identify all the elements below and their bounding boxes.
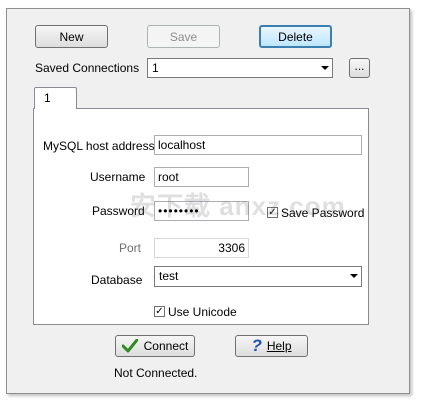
connection-form-panel: MySQL host address localhost Username ro… <box>33 108 369 325</box>
connection-dialog: New Save Delete Saved Connections 1 ... … <box>6 8 410 394</box>
host-label: MySQL host address <box>43 139 155 153</box>
database-value: test <box>159 269 179 283</box>
username-label: Username <box>90 170 146 184</box>
tab-1-label: 1 <box>44 91 51 105</box>
saved-connections-label: Saved Connections <box>35 61 140 75</box>
chevron-down-icon[interactable] <box>350 274 358 278</box>
question-icon: ? <box>251 336 262 355</box>
password-input[interactable]: •••••••• <box>154 201 249 221</box>
username-input[interactable]: root <box>154 167 249 187</box>
checkmark-icon <box>121 339 138 353</box>
saved-connections-value: 1 <box>152 61 159 75</box>
database-label: Database <box>91 273 143 287</box>
connect-label: Connect <box>143 339 189 353</box>
connection-status: Not Connected. <box>114 366 198 380</box>
use-unicode-checkbox[interactable]: ✓ <box>154 306 165 317</box>
port-label: Port <box>119 241 142 255</box>
password-label: Password <box>92 204 145 218</box>
saved-connections-select[interactable]: 1 <box>147 58 333 78</box>
host-input[interactable]: localhost <box>154 135 362 155</box>
help-label: Help <box>266 339 292 353</box>
save-password-checkbox[interactable]: ✓ <box>267 207 278 218</box>
port-input[interactable]: 3306 <box>154 238 249 258</box>
new-button[interactable]: New <box>35 25 108 48</box>
use-unicode-label: Use Unicode <box>168 305 237 319</box>
browse-connections-button[interactable]: ... <box>349 58 370 78</box>
help-button[interactable]: ? Help <box>235 335 308 357</box>
database-select[interactable]: test <box>154 266 362 287</box>
connect-button[interactable]: Connect <box>115 335 195 357</box>
tab-1[interactable]: 1 <box>34 87 77 109</box>
save-button[interactable]: Save <box>147 25 220 48</box>
chevron-down-icon[interactable] <box>321 66 329 70</box>
save-password-label: Save Password <box>281 206 365 220</box>
delete-button[interactable]: Delete <box>259 25 332 48</box>
